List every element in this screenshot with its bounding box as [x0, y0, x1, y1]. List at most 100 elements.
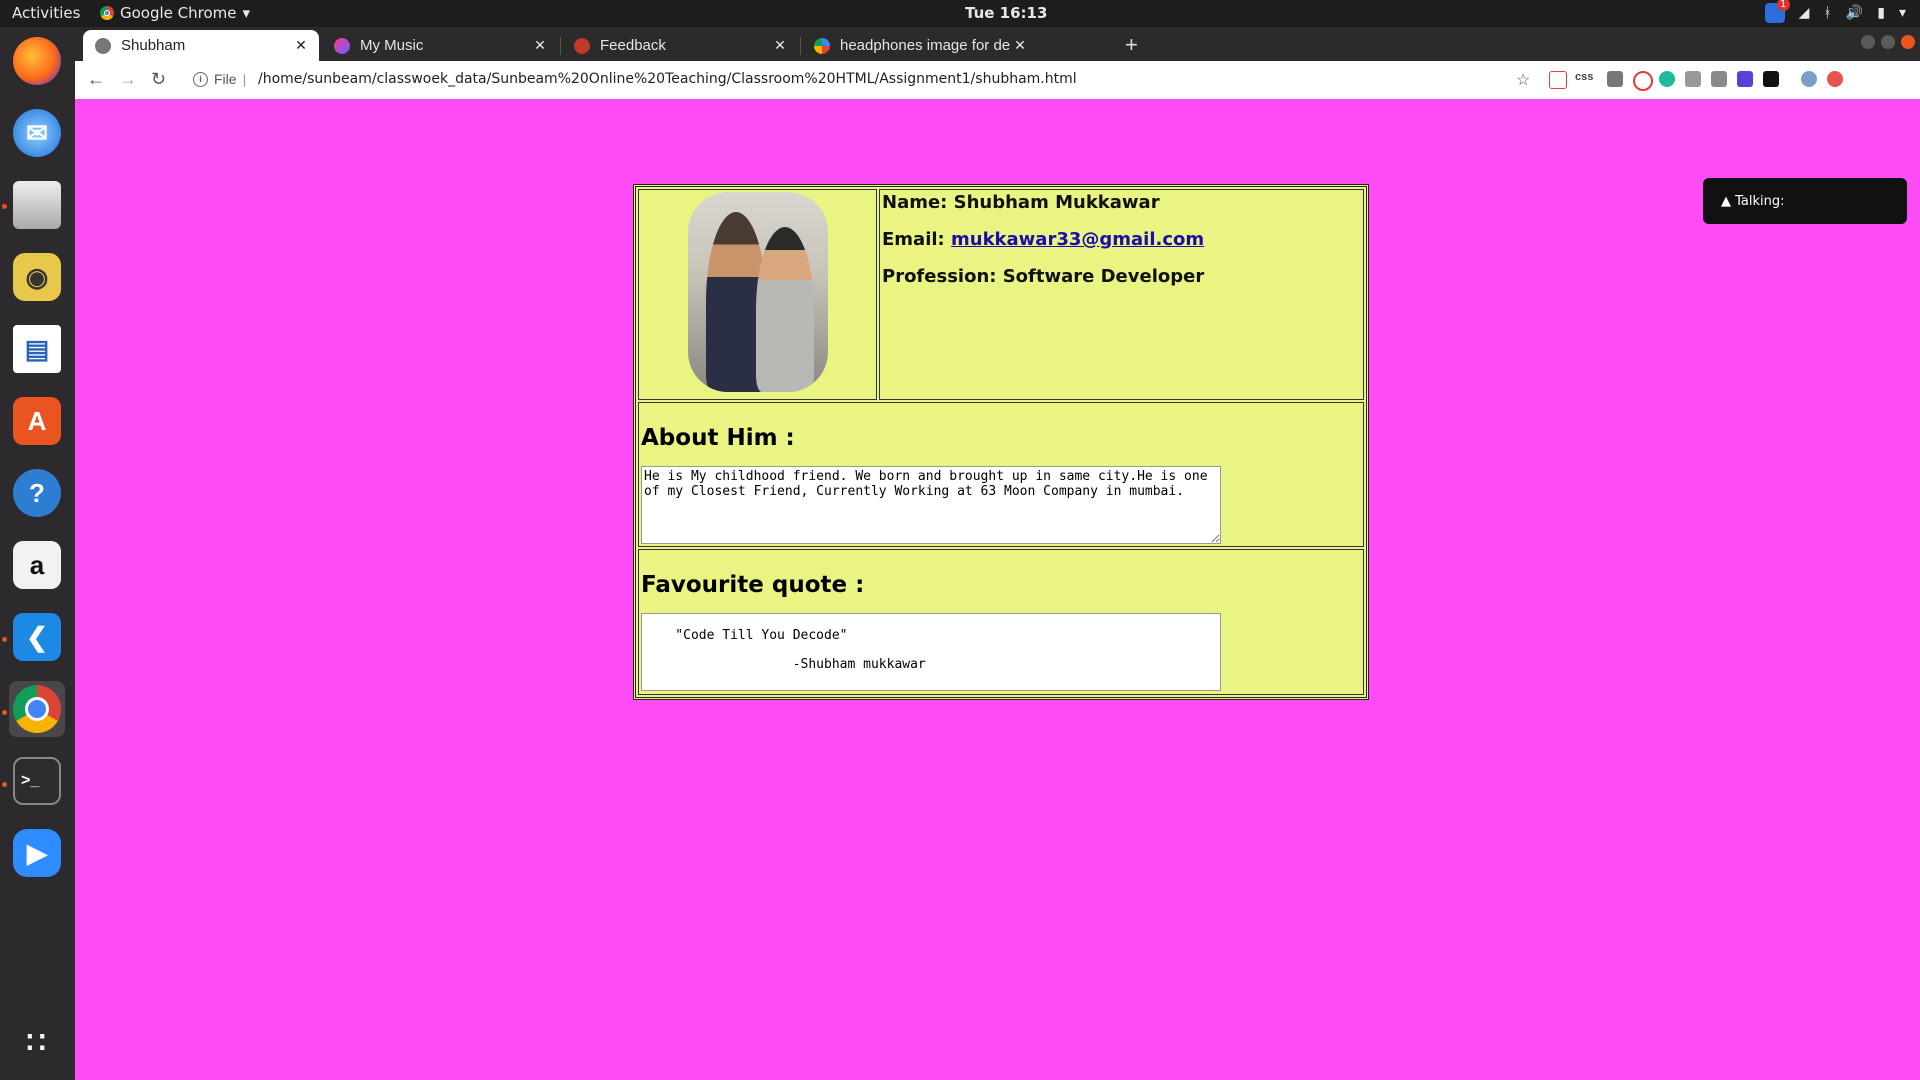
close-window-icon[interactable]	[1901, 35, 1915, 49]
about-title: About Him :	[641, 425, 795, 451]
extension-m-icon[interactable]	[1659, 71, 1675, 87]
maximize-icon[interactable]	[1881, 35, 1895, 49]
close-icon[interactable]: ✕	[291, 37, 311, 54]
running-indicator	[2, 782, 7, 787]
about-cell: About Him : He is My childhood friend. W…	[638, 402, 1364, 547]
volume-icon: 🔊	[1845, 5, 1864, 21]
dock-show-apps[interactable]: ∷	[9, 1015, 65, 1071]
dock-vscode[interactable]: ❮	[9, 609, 65, 665]
close-icon[interactable]: ✕	[530, 37, 550, 54]
dock-terminal[interactable]: >_	[9, 753, 65, 809]
app-menu[interactable]: Google Chrome ▾	[100, 4, 250, 22]
extension-target-icon[interactable]	[1633, 71, 1653, 91]
url-divider: |	[242, 71, 247, 87]
chrome-icon	[100, 6, 114, 20]
address-bar[interactable]: /home/sunbeam/classwoek_data/Sunbeam%20O…	[258, 71, 1077, 87]
about-textarea[interactable]: He is My childhood friend. We born and b…	[641, 466, 1221, 544]
vscode-icon: ❮	[13, 613, 61, 661]
dock-writer[interactable]: ▤	[9, 321, 65, 377]
dock-software-center[interactable]: A	[9, 393, 65, 449]
app-menu-label: Google Chrome	[120, 4, 237, 22]
css-extension-icon[interactable]: css	[1575, 71, 1593, 83]
chevron-down-icon: ▾	[242, 4, 251, 22]
extension-grid-icon[interactable]	[1711, 71, 1727, 87]
info-icon: i	[193, 71, 208, 87]
tab-strip: Shubham ✕ My Music ✕ Feedback ✕ headphon…	[75, 27, 1920, 61]
dock-files[interactable]	[9, 177, 65, 233]
running-indicator	[2, 710, 7, 715]
system-tray[interactable]: 1 ◢ ᚼ 🔊 ▮ ▾	[1764, 0, 1906, 23]
battery-icon: ▮	[1877, 5, 1885, 21]
tab-separator	[800, 37, 801, 55]
back-icon[interactable]: ←	[87, 69, 105, 90]
talking-label: ▲ Talking:	[1721, 193, 1785, 209]
gnome-top-bar: Activities Google Chrome ▾ Tue 16:13 1 ◢…	[0, 0, 1920, 27]
avatar[interactable]	[1801, 71, 1817, 87]
menu-caret-icon: ▾	[1898, 5, 1906, 21]
talking-indicator[interactable]: ▲ Talking:	[1703, 178, 1907, 224]
name-line: Name: Shubham Mukkawar	[882, 192, 1160, 213]
zoom-icon: ▶	[13, 829, 61, 877]
tab-feedback[interactable]: Feedback ✕	[562, 30, 798, 61]
running-indicator	[2, 637, 7, 642]
tab-title: My Music	[360, 37, 424, 54]
bluetooth-icon: ᚼ	[1823, 5, 1832, 21]
extension-bookmark-icon[interactable]	[1549, 71, 1567, 89]
minimize-icon[interactable]	[1861, 35, 1875, 49]
photo-cell	[638, 189, 877, 400]
new-tab-button[interactable]: +	[1125, 32, 1138, 58]
tab-title: Feedback	[600, 37, 666, 54]
bookmark-star-icon[interactable]: ☆	[1516, 70, 1530, 90]
cart-icon[interactable]	[1685, 71, 1701, 87]
tab-title: headphones image for de	[840, 37, 1010, 54]
dock-zoom[interactable]: ▶	[9, 825, 65, 881]
profession-line: Profession: Software Developer	[882, 266, 1205, 287]
update-icon[interactable]	[1827, 71, 1843, 87]
dock: ✉ ◉ ▤ A ? a ❮ >_ ▶ ∷	[0, 27, 75, 1080]
dock-amazon[interactable]: a	[9, 537, 65, 593]
dock-firefox[interactable]	[9, 33, 65, 89]
close-icon[interactable]: ✕	[1010, 37, 1030, 54]
tab-title: Shubham	[121, 37, 186, 54]
files-icon	[13, 181, 61, 229]
running-indicator	[2, 204, 7, 209]
dock-help[interactable]: ?	[9, 465, 65, 521]
wifi-icon: ◢	[1798, 5, 1810, 21]
camera-icon[interactable]	[1607, 71, 1623, 87]
rhythmbox-icon: ◉	[13, 253, 61, 301]
info-cell: Name: Shubham Mukkawar Email: mukkawar33…	[879, 189, 1364, 400]
help-icon: ?	[13, 469, 61, 517]
profile-card: Name: Shubham Mukkawar Email: mukkawar33…	[633, 184, 1369, 700]
quote-line-1: "Code Till You Decode"	[644, 628, 848, 643]
forward-icon[interactable]: →	[119, 69, 137, 90]
globe-icon	[95, 37, 111, 54]
extension-puzzle-icon[interactable]	[1737, 71, 1753, 87]
apps-grid-icon: ∷	[26, 1026, 48, 1060]
dock-thunderbird[interactable]: ✉	[9, 105, 65, 161]
profile-table: Name: Shubham Mukkawar Email: mukkawar33…	[636, 187, 1366, 697]
close-icon[interactable]: ✕	[770, 37, 790, 54]
page-viewport: Name: Shubham Mukkawar Email: mukkawar33…	[75, 99, 1920, 1080]
tab-separator	[560, 37, 561, 55]
dock-chrome[interactable]	[9, 681, 65, 737]
amazon-icon: a	[13, 541, 61, 589]
profile-photo	[687, 192, 828, 392]
tab-headphones[interactable]: headphones image for de ✕	[802, 30, 1038, 61]
tab-my-music[interactable]: My Music ✕	[322, 30, 558, 61]
browser-toolbar: ← → ↻ i File | /home/sunbeam/classwoek_d…	[75, 61, 1920, 100]
chrome-icon	[13, 685, 61, 733]
person-right	[755, 227, 814, 392]
google-icon	[814, 37, 830, 54]
terminal-icon: >_	[13, 757, 61, 805]
tab-shubham[interactable]: Shubham ✕	[83, 30, 319, 61]
clock[interactable]: Tue 16:13	[965, 4, 1047, 22]
notification-icon[interactable]: 1	[1764, 0, 1790, 23]
email-link[interactable]: mukkawar33@gmail.com	[951, 229, 1204, 250]
extension-dark-icon[interactable]	[1763, 71, 1779, 87]
quote-cell: Favourite quote : "Code Till You Decode"…	[638, 549, 1364, 695]
quote-textarea[interactable]: "Code Till You Decode" -Shubham mukkawar	[641, 613, 1221, 691]
reload-icon[interactable]: ↻	[151, 69, 166, 90]
dock-rhythmbox[interactable]: ◉	[9, 249, 65, 305]
activities-button[interactable]: Activities	[12, 4, 80, 22]
site-info[interactable]: i File |	[193, 71, 246, 87]
